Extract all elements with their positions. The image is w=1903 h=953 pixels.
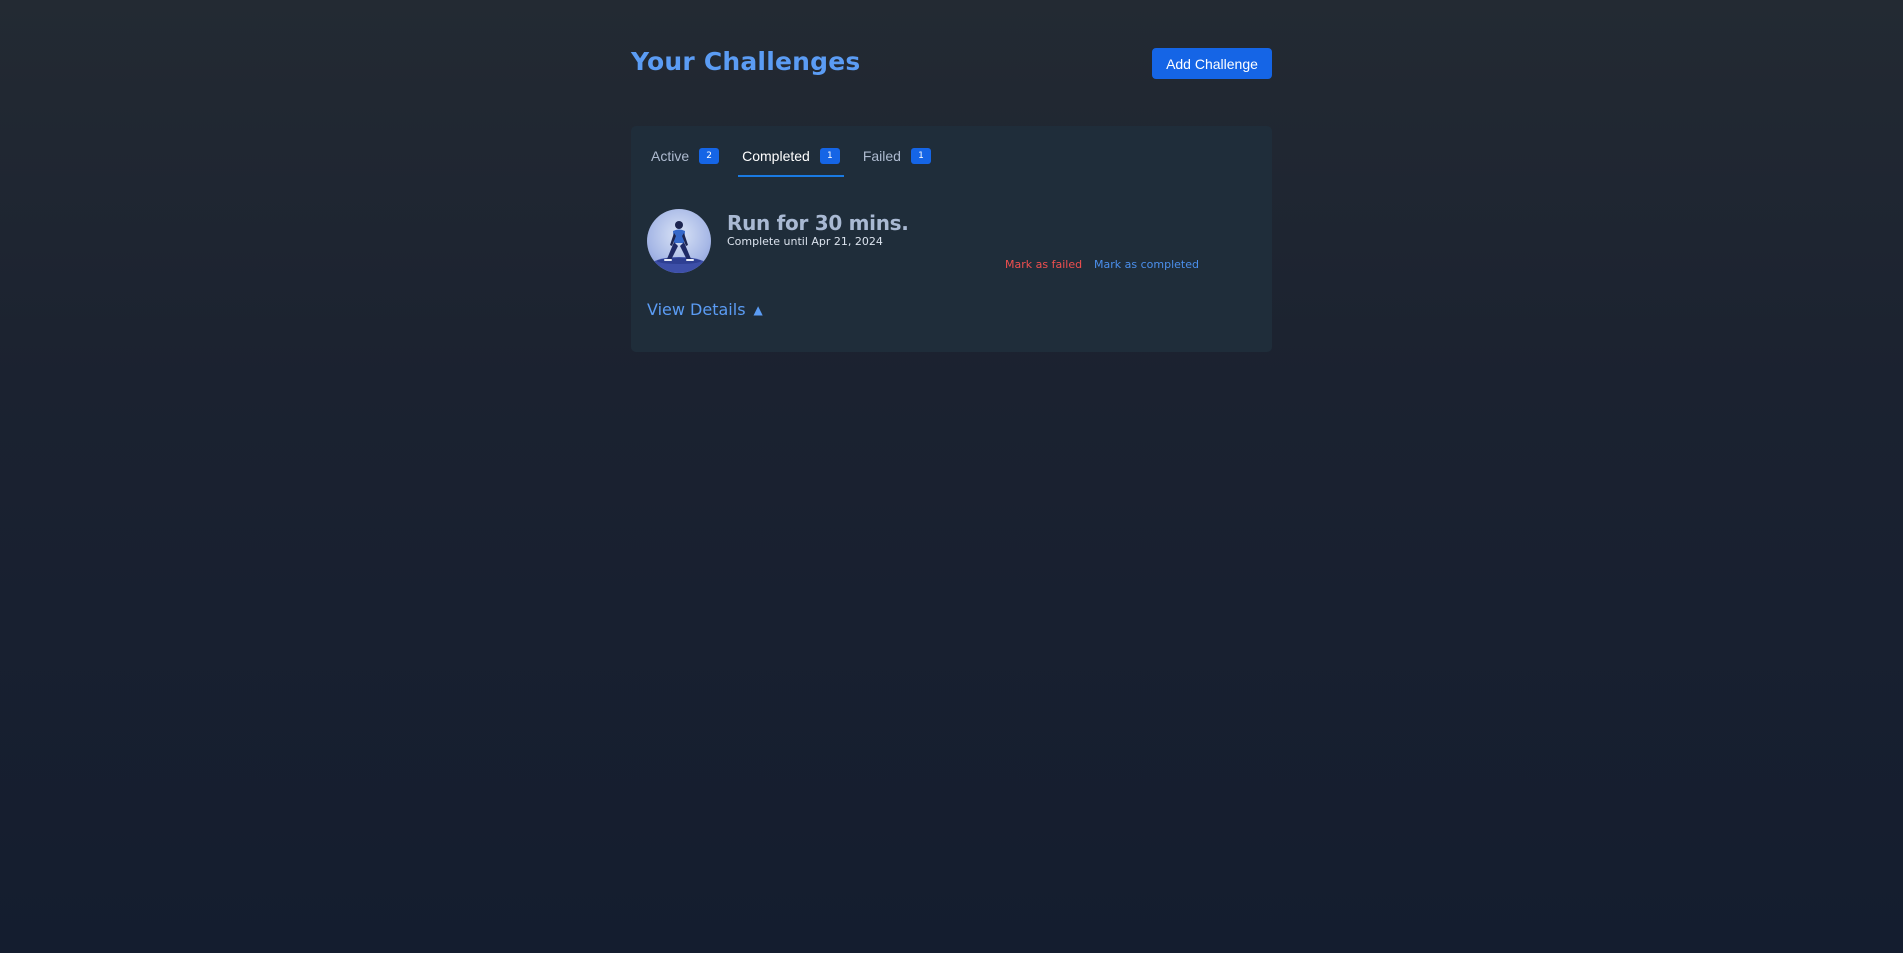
page-title: Your Challenges — [631, 47, 861, 76]
page-header: Your Challenges Add Challenge — [631, 0, 1272, 126]
count-badge: 1 — [910, 148, 931, 164]
challenges-panel: Active 2 Completed 1 Failed 1 Run for 30… — [631, 126, 1272, 352]
count-badge: 1 — [819, 148, 840, 164]
tab-label: Failed — [862, 148, 901, 164]
mark-completed-button[interactable]: Mark as completed — [1094, 258, 1199, 271]
tab-failed[interactable]: Failed 1 — [859, 148, 935, 175]
tab-label: Completed — [742, 148, 810, 164]
view-details-toggle[interactable]: View Details ▲ — [647, 300, 763, 319]
tab-completed[interactable]: Completed 1 — [738, 148, 844, 177]
tab-active[interactable]: Active 2 — [647, 148, 723, 175]
challenge-item: Run for 30 mins. Complete until Apr 21, … — [647, 209, 1256, 279]
challenge-title: Run for 30 mins. — [727, 211, 909, 235]
challenge-deadline: Complete until Apr 21, 2024 — [727, 235, 883, 248]
challenges-page: Your Challenges Add Challenge Active 2 C… — [631, 0, 1272, 352]
add-challenge-button[interactable]: Add Challenge — [1152, 48, 1272, 79]
chevron-up-icon: ▲ — [753, 302, 763, 317]
view-details-label: View Details — [647, 300, 746, 319]
runner-stretch-icon — [647, 209, 711, 273]
count-badge: 2 — [699, 148, 720, 164]
tab-label: Active — [651, 148, 690, 164]
mark-failed-button[interactable]: Mark as failed — [1005, 258, 1082, 271]
challenge-tabs: Active 2 Completed 1 Failed 1 — [647, 148, 950, 177]
